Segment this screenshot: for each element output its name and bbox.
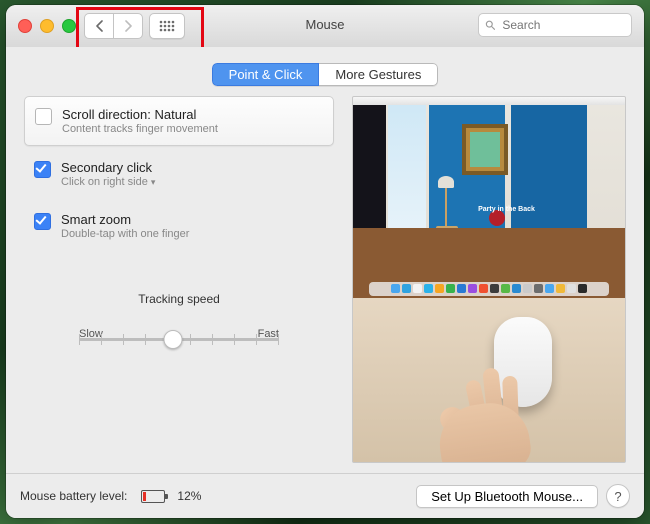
tab-point-and-click[interactable]: Point & Click	[212, 63, 320, 86]
option-title: Smart zoom	[61, 212, 189, 227]
option-secondary-click[interactable]: Secondary click Click on right side▾	[24, 150, 334, 198]
setup-bluetooth-mouse-button[interactable]: Set Up Bluetooth Mouse...	[416, 485, 598, 508]
checkbox-scroll-direction[interactable]	[35, 108, 52, 125]
option-subtitle: Double-tap with one finger	[61, 228, 189, 240]
option-title: Scroll direction: Natural	[62, 107, 218, 122]
options-column: Scroll direction: Natural Content tracks…	[24, 96, 334, 463]
preview-caption: Party in the Back	[478, 206, 535, 213]
window-titlebar: Mouse	[6, 5, 644, 48]
mouse-preferences-window: Mouse Point & Click More Gestures Scroll…	[6, 5, 644, 518]
tab-bar: Point & Click More Gestures	[6, 47, 644, 96]
checkbox-secondary-click[interactable]	[34, 161, 51, 178]
option-subtitle[interactable]: Click on right side▾	[61, 176, 155, 188]
gesture-preview-video: Party in the Back	[352, 96, 626, 463]
search-field[interactable]	[478, 13, 632, 37]
help-button[interactable]: ?	[606, 484, 630, 508]
battery-icon	[141, 490, 165, 503]
option-title: Secondary click	[61, 160, 155, 175]
preview-dock	[369, 282, 608, 296]
content-area: Scroll direction: Natural Content tracks…	[6, 96, 644, 463]
search-input[interactable]	[500, 17, 625, 33]
window-footer: Mouse battery level: 12% Set Up Bluetoot…	[6, 473, 644, 518]
option-subtitle: Content tracks finger movement	[62, 123, 218, 135]
option-scroll-direction[interactable]: Scroll direction: Natural Content tracks…	[24, 96, 334, 146]
tracking-speed-label: Tracking speed	[24, 292, 334, 306]
tracking-speed-slider[interactable]: Slow Fast	[79, 328, 279, 350]
preview-desktop: Party in the Back	[353, 97, 625, 298]
option-smart-zoom[interactable]: Smart zoom Double-tap with one finger	[24, 202, 334, 250]
chevron-down-icon: ▾	[151, 177, 156, 187]
tracking-speed-group: Tracking speed Slow Fast	[24, 292, 334, 350]
battery-percent: 12%	[177, 489, 201, 503]
preview-hand	[429, 377, 539, 463]
tab-more-gestures[interactable]: More Gestures	[319, 63, 438, 86]
preview-column: Party in the Back	[352, 96, 626, 463]
search-icon	[485, 19, 495, 31]
checkbox-smart-zoom[interactable]	[34, 213, 51, 230]
slider-knob[interactable]	[164, 330, 183, 349]
battery-label: Mouse battery level:	[20, 489, 127, 503]
preview-hand-area	[353, 298, 625, 462]
window-body: Point & Click More Gestures Scroll direc…	[6, 47, 644, 474]
